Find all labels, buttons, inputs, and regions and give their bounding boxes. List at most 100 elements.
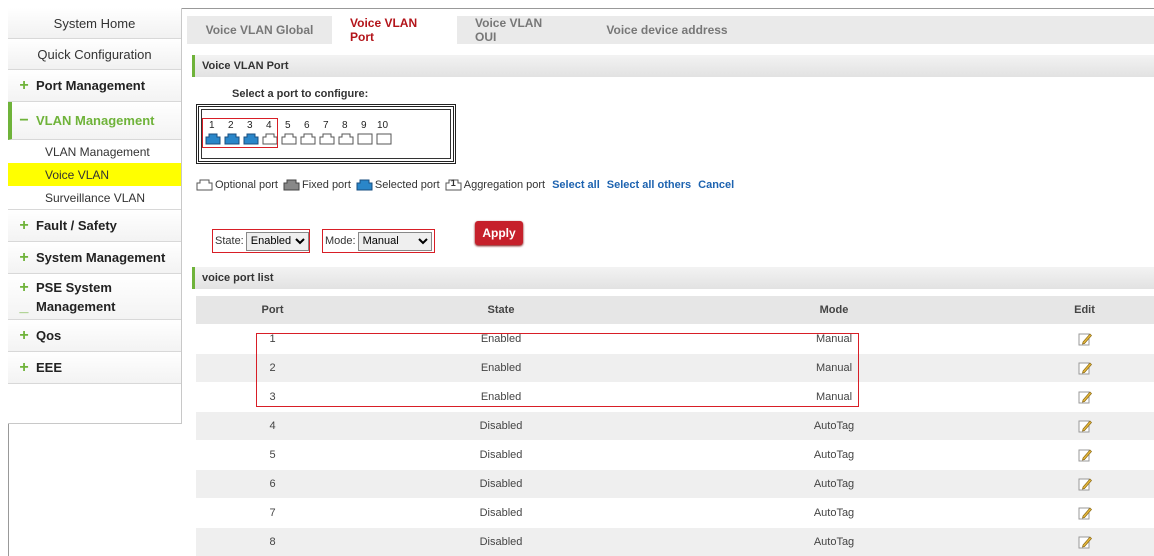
port-number: 6 [304, 120, 310, 131]
sidebar-sub-vlan-management[interactable]: VLAN Management [8, 140, 181, 163]
edit-cell [1015, 352, 1154, 382]
state-cell: Disabled [349, 497, 653, 527]
port-number: 9 [361, 120, 367, 131]
port-cell: 8 [196, 526, 349, 556]
port-cell: 4 [196, 410, 349, 440]
edit-icon[interactable] [1078, 419, 1092, 433]
sidebar-item-label: PSE System Management [36, 280, 116, 314]
state-cell: Enabled [349, 352, 653, 382]
edit-icon[interactable] [1078, 477, 1092, 491]
sidebar-sub-voice-vlan[interactable]: Voice VLAN [8, 163, 181, 186]
state-select[interactable]: Enabled [245, 231, 309, 251]
section-title-voice-port-list: voice port list [192, 267, 1154, 289]
selected-port-icon [356, 179, 373, 191]
sidebar-item-label: Fault / Safety [36, 218, 117, 233]
edit-icon[interactable] [1078, 506, 1092, 520]
state-cell: Disabled [349, 410, 653, 440]
sidebar-item-label: Port Management [36, 78, 146, 93]
port-legend: Optional port Fixed port Selected port 1… [196, 178, 734, 191]
mode-cell: AutoTag [653, 468, 1015, 498]
table-row: 2 Enabled Manual [196, 352, 1154, 382]
edit-cell [1015, 468, 1154, 498]
mode-cell: AutoTag [653, 497, 1015, 527]
edit-icon[interactable] [1078, 361, 1092, 375]
tab-voice-vlan-port[interactable]: Voice VLAN Port [332, 16, 457, 44]
state-cell: Disabled [349, 439, 653, 469]
collapse-icon: − [19, 111, 29, 129]
port-cell: 6 [196, 468, 349, 498]
sidebar-system-home[interactable]: System Home [8, 8, 181, 39]
port-number: 7 [323, 120, 329, 131]
mode-cell: Manual [653, 352, 1015, 382]
sidebar-quick-configuration[interactable]: Quick Configuration [8, 39, 181, 70]
state-cell: Disabled [349, 526, 653, 556]
fixed-port-icon [283, 179, 300, 191]
sidebar-item-port-management[interactable]: + Port Management [8, 70, 181, 102]
port-5-icon[interactable] [281, 132, 297, 145]
mode-select[interactable]: Manual [357, 231, 432, 251]
header-mode: Mode [653, 296, 1015, 324]
expand-icon: + _ [19, 279, 29, 315]
port-cell: 5 [196, 439, 349, 469]
sidebar-item-label: System Management [36, 250, 166, 265]
table-row: 3 Enabled Manual [196, 381, 1154, 411]
apply-button[interactable]: Apply [475, 221, 523, 245]
sidebar-item-system-management[interactable]: + System Management [8, 242, 181, 274]
sidebar-item-label: EEE [36, 360, 63, 375]
edit-icon[interactable] [1078, 448, 1092, 462]
mode-control: Mode: Manual [322, 229, 435, 253]
sidebar: System Home Quick Configuration + Port M… [8, 8, 182, 424]
sidebar-item-pse-system-management[interactable]: + _ PSE System Management [8, 274, 181, 320]
mode-cell: AutoTag [653, 410, 1015, 440]
mode-label: Mode: [325, 235, 356, 247]
sidebar-item-eee[interactable]: + EEE [8, 352, 181, 384]
sidebar-sub-surveillance-vlan[interactable]: Surveillance VLAN [8, 186, 181, 209]
expand-icon: + [19, 326, 29, 344]
port-6-icon[interactable] [300, 132, 316, 145]
port-number: 8 [342, 120, 348, 131]
port-number: 10 [377, 120, 389, 131]
legend-fixed: Fixed port [301, 178, 351, 191]
legend-optional: Optional port [215, 178, 278, 191]
sidebar-item-label: VLAN Management [36, 113, 155, 128]
edit-cell [1015, 410, 1154, 440]
edit-icon[interactable] [1078, 390, 1092, 404]
cancel-link[interactable]: Cancel [698, 179, 734, 191]
edit-icon[interactable] [1078, 332, 1092, 346]
header-edit: Edit [1015, 296, 1154, 324]
port-9-icon[interactable] [357, 132, 373, 145]
edit-cell [1015, 439, 1154, 469]
select-all-link[interactable]: Select all [552, 179, 600, 191]
mode-cell: AutoTag [653, 439, 1015, 469]
port-10-icon[interactable] [376, 132, 392, 145]
table-row: 4 Disabled AutoTag [196, 410, 1154, 440]
selected-ports-highlight [202, 118, 278, 148]
port-7-icon[interactable] [319, 132, 335, 145]
edit-cell [1015, 497, 1154, 527]
voice-port-table: Port State Mode Edit 1 Enabled Manual 2 Enab… [196, 296, 1154, 556]
state-cell: Enabled [349, 381, 653, 411]
tab-voice-vlan-global[interactable]: Voice VLAN Global [187, 16, 332, 44]
expand-icon: + [19, 358, 29, 376]
port-8-icon[interactable] [338, 132, 354, 145]
state-label: State: [215, 235, 244, 247]
edit-cell [1015, 526, 1154, 556]
mode-cell: Manual [653, 381, 1015, 411]
state-cell: Enabled [349, 323, 653, 353]
tab-bar: Voice VLAN Global Voice VLAN Port Voice … [187, 16, 1154, 44]
select-all-others-link[interactable]: Select all others [607, 179, 691, 191]
table-row: 1 Enabled Manual [196, 323, 1154, 353]
vlan-submenu: VLAN Management Voice VLAN Surveillance … [8, 140, 181, 210]
sidebar-item-fault-safety[interactable]: + Fault / Safety [8, 210, 181, 242]
tab-voice-vlan-oui[interactable]: Voice VLAN OUI [457, 16, 582, 44]
expand-icon: + [19, 76, 29, 94]
sidebar-item-vlan-management[interactable]: − VLAN Management [8, 102, 181, 140]
port-cell: 1 [196, 323, 349, 353]
header-state: State [349, 296, 653, 324]
legend-aggregation: Aggregation port [463, 178, 546, 191]
sidebar-item-qos[interactable]: + Qos [8, 320, 181, 352]
edit-icon[interactable] [1078, 535, 1092, 549]
tab-voice-device-address[interactable]: Voice device address [582, 16, 752, 44]
table-header-row: Port State Mode Edit [196, 296, 1154, 324]
expand-icon: + [19, 248, 29, 266]
